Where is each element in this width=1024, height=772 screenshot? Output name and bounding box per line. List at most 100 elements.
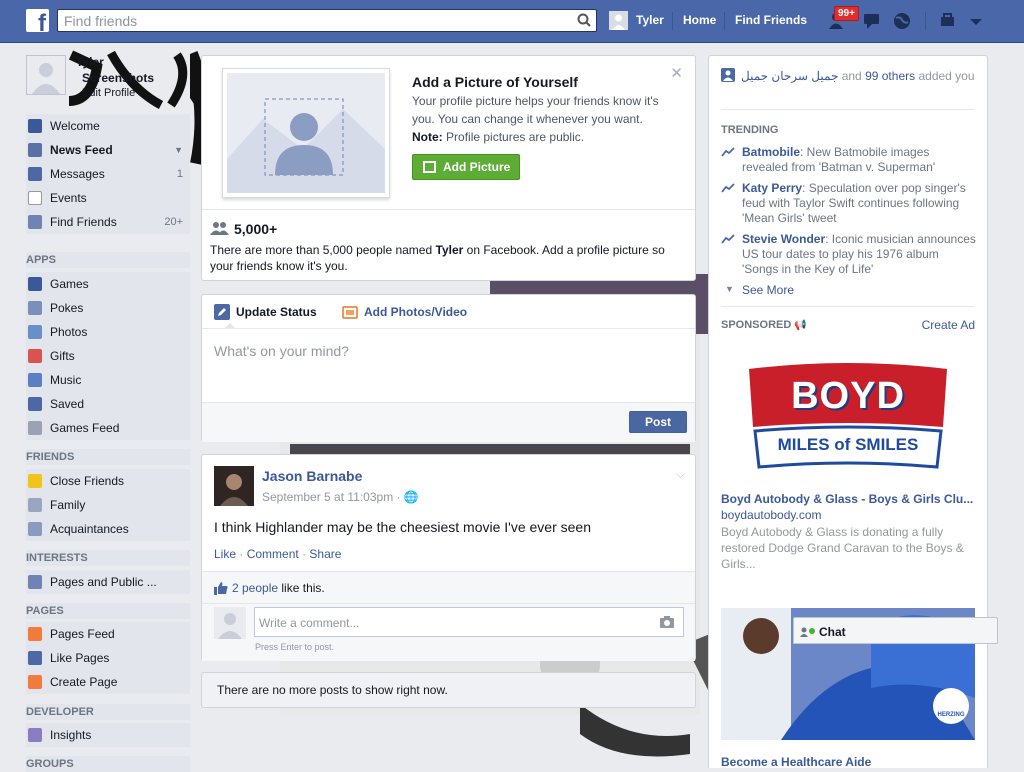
sponsored-label: SPONSORED bbox=[721, 319, 792, 331]
create-ad-link[interactable]: Create Ad bbox=[922, 318, 975, 332]
friend-added-notice: جميل سرحان جميل and 99 others added you bbox=[741, 68, 976, 84]
camera-icon[interactable] bbox=[659, 615, 675, 632]
status-input[interactable]: What's on your mind? bbox=[214, 343, 349, 359]
stat-pre: There are more than 5,000 people named bbox=[210, 243, 433, 257]
nav-item-games[interactable]: Games bbox=[26, 272, 190, 296]
trending-item-batmobile[interactable]: Batmobile: New Batmobile images revealed… bbox=[721, 145, 976, 175]
nav-item-acquaintances[interactable]: Acquaintances bbox=[26, 517, 190, 541]
likes-text: like this. bbox=[281, 581, 325, 595]
trending-item-stevie-wonder[interactable]: Stevie Wonder: Iconic musician announces… bbox=[721, 232, 976, 277]
nav-item-find-friends[interactable]: Find Friends 20+ bbox=[26, 210, 190, 234]
globe-icon: 🌐 bbox=[403, 490, 419, 504]
right-column: جميل سرحان جميل and 99 others added you … bbox=[708, 55, 988, 769]
add-picture-button[interactable]: Add Picture bbox=[412, 154, 520, 180]
post-author[interactable]: Jason Barnabe bbox=[262, 468, 362, 484]
added-name-link[interactable]: جميل سرحان جميل bbox=[741, 69, 838, 83]
developer-nav: Insights bbox=[26, 723, 190, 747]
likes-link[interactable]: 2 people bbox=[232, 581, 278, 595]
nav-label: Insights bbox=[50, 728, 92, 742]
share-link[interactable]: Share bbox=[309, 547, 341, 561]
nav-item-music[interactable]: Music bbox=[26, 368, 190, 392]
user-avatar[interactable] bbox=[609, 11, 628, 30]
nav-label: Pages Feed bbox=[50, 627, 115, 641]
tab-update-status[interactable]: Update Status bbox=[236, 305, 317, 319]
nav-item-pages-public[interactable]: Pages and Public ... bbox=[26, 570, 190, 594]
messages-icon[interactable] bbox=[861, 11, 883, 31]
search-icon[interactable] bbox=[574, 10, 596, 31]
nav-item-pages-feed[interactable]: Pages Feed bbox=[26, 622, 190, 646]
post-timestamp[interactable]: September 5 at 11:03pm · 🌐 bbox=[262, 490, 419, 504]
nav-item-gifts[interactable]: Gifts bbox=[26, 344, 190, 368]
nav-separator bbox=[672, 12, 673, 30]
edit-profile-link[interactable]: Edit Profile bbox=[82, 87, 135, 99]
trending-header: TRENDING bbox=[721, 124, 779, 136]
nav-item-news-feed[interactable]: News Feed ▼ bbox=[26, 138, 190, 162]
nav-item-close-friends[interactable]: Close Friends bbox=[26, 469, 190, 493]
nav-item-create-page[interactable]: Create Page bbox=[26, 670, 190, 694]
nav-item-welcome[interactable]: Welcome bbox=[26, 114, 190, 138]
trending-name: Katy Perry bbox=[742, 181, 803, 195]
friend-added-icon bbox=[721, 68, 735, 82]
added-and: and bbox=[841, 69, 862, 83]
notifications-globe-icon[interactable] bbox=[891, 11, 913, 31]
nav-item-like-pages[interactable]: Like Pages bbox=[26, 646, 190, 670]
profile-name[interactable]: Tyler bbox=[76, 55, 104, 69]
trending-name: Batmobile bbox=[742, 145, 801, 159]
profile-block[interactable]: Tyler Screenshots Edit Profile bbox=[26, 50, 190, 109]
facebook-logo[interactable]: f bbox=[26, 9, 49, 36]
ad-url-boyd[interactable]: boydautobody.com bbox=[721, 508, 822, 522]
games-icon bbox=[28, 277, 42, 291]
ad-title-healthcare[interactable]: Become a Healthcare Aide bbox=[721, 755, 871, 769]
nav-label: Games Feed bbox=[50, 421, 120, 435]
insights-icon bbox=[28, 728, 42, 742]
post-button[interactable]: Post bbox=[629, 411, 687, 433]
nav-label: Acquaintances bbox=[50, 522, 129, 536]
nav-label: Saved bbox=[50, 397, 85, 411]
tab-add-photos[interactable]: Add Photos/Video bbox=[364, 305, 467, 319]
main-nav: Welcome News Feed ▼ Messages 1 Events Fi… bbox=[26, 114, 190, 234]
see-more-link[interactable]: See More bbox=[742, 283, 794, 297]
close-icon[interactable]: ✕ bbox=[670, 64, 683, 82]
friends-header: FRIENDS bbox=[26, 449, 190, 465]
nav-label: Gifts bbox=[50, 349, 75, 363]
nav-separator bbox=[925, 12, 926, 30]
search-input[interactable] bbox=[58, 10, 570, 31]
account-menu-icon[interactable] bbox=[966, 11, 988, 31]
author-avatar[interactable] bbox=[214, 466, 254, 506]
nav-label: Events bbox=[50, 191, 87, 205]
post-menu-chevron-icon[interactable]: ⌵ bbox=[676, 467, 685, 482]
nav-item-events[interactable]: Events bbox=[26, 186, 190, 210]
status-composer: Update Status Add Photos/Video What's on… bbox=[201, 294, 696, 442]
privacy-shortcuts-icon[interactable] bbox=[939, 11, 961, 31]
calendar-icon bbox=[28, 191, 42, 205]
profile-link[interactable]: Tyler bbox=[636, 13, 664, 27]
trending-text-wrap: Stevie Wonder: Iconic musician announces… bbox=[721, 232, 976, 277]
nav-item-messages[interactable]: Messages 1 bbox=[26, 162, 190, 186]
nav-item-saved[interactable]: Saved bbox=[26, 392, 190, 416]
chat-label: Chat bbox=[819, 625, 846, 639]
ad-title-boyd[interactable]: Boyd Autobody & Glass - Boys & Girls Clu… bbox=[721, 492, 977, 506]
home-link[interactable]: Home bbox=[683, 13, 716, 27]
nav-item-insights[interactable]: Insights bbox=[26, 723, 190, 747]
boyd-tagline: MILES of SMILES bbox=[777, 435, 919, 454]
trending-item-katy-perry[interactable]: Katy Perry: Speculation over pop singer'… bbox=[721, 181, 976, 226]
comment-link[interactable]: Comment bbox=[247, 547, 299, 561]
nav-item-games-feed[interactable]: Games Feed bbox=[26, 416, 190, 440]
like-link[interactable]: Like bbox=[214, 547, 236, 561]
divider bbox=[721, 109, 974, 110]
nav-item-pokes[interactable]: Pokes bbox=[26, 296, 190, 320]
nav-label: Create Page bbox=[50, 675, 118, 689]
nav-item-photos[interactable]: Photos bbox=[26, 320, 190, 344]
chat-tab[interactable]: Chat bbox=[793, 617, 998, 644]
photos-icon bbox=[28, 325, 42, 339]
name-count: 5,000+ bbox=[234, 221, 278, 237]
nav-item-family[interactable]: Family bbox=[26, 493, 190, 517]
chevron-down-icon[interactable]: ▼ bbox=[174, 138, 183, 162]
interests-header: INTERESTS bbox=[26, 550, 190, 566]
ad-image-boyd[interactable]: BOYD MILES of SMILES bbox=[721, 339, 975, 484]
comment-input[interactable]: Write a comment... bbox=[254, 607, 684, 637]
added-others-link[interactable]: 99 others bbox=[865, 69, 915, 83]
search-box[interactable] bbox=[57, 9, 597, 32]
divider bbox=[202, 603, 695, 604]
find-friends-link[interactable]: Find Friends bbox=[735, 13, 807, 27]
